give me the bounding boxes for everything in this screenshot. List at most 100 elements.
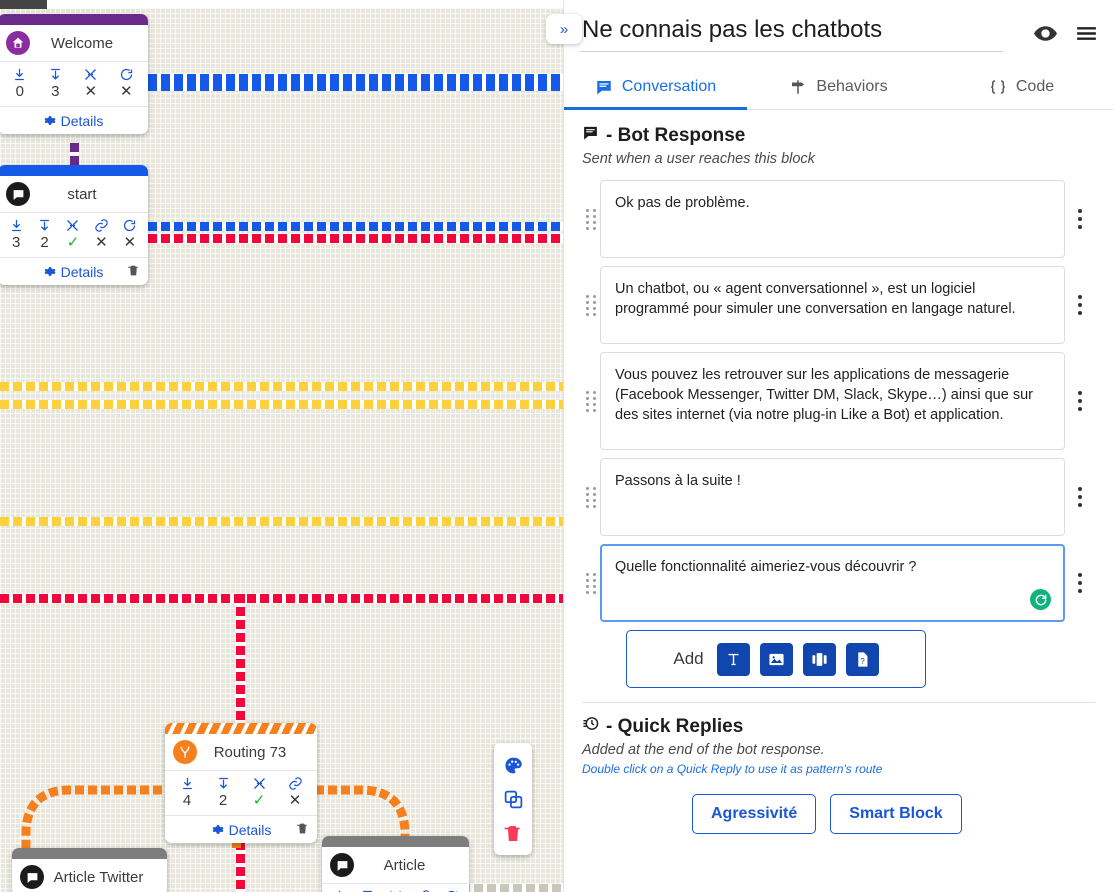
drag-handle-icon[interactable] <box>582 208 600 230</box>
chat-icon <box>20 865 44 889</box>
message-bubble[interactable]: Un chatbot, ou « agent conversationnel »… <box>600 266 1065 344</box>
message-menu-icon[interactable] <box>1065 295 1095 315</box>
chat-icon <box>6 182 30 206</box>
node-name: Article Twitter <box>53 868 144 886</box>
node-title-row: Routing 73 <box>165 734 317 771</box>
stat-patterns: ✓ <box>59 216 87 253</box>
inbound-icon <box>2 65 38 82</box>
patterns-icon <box>59 216 87 233</box>
trash-icon[interactable] <box>127 263 140 281</box>
stat-patterns: ✕ <box>73 65 109 102</box>
signpost-icon <box>789 78 807 96</box>
message-menu-icon[interactable] <box>1065 573 1095 593</box>
message-row: Ok pas de problème. <box>582 180 1095 258</box>
outbound-icon <box>354 887 382 892</box>
node-name: Routing 73 <box>213 743 287 761</box>
connector-yellow-1 <box>0 382 563 391</box>
stat-loop: ✕ <box>116 216 144 253</box>
home-icon <box>6 31 30 55</box>
stat-link <box>409 887 437 892</box>
bot-response-messages: Ok pas de problème. Un chatbot, ou « age… <box>582 180 1095 622</box>
canvas-toolbar[interactable] <box>494 743 532 855</box>
add-carousel-button[interactable] <box>802 642 836 676</box>
message-bubble[interactable]: Ok pas de problème. <box>600 180 1065 258</box>
duplicate-icon[interactable] <box>502 788 524 810</box>
node-article[interactable]: Article <box>322 836 469 892</box>
stat-value: ✕ <box>123 234 137 251</box>
connector-blue-3 <box>148 222 563 231</box>
stat-inbound: 0 <box>2 65 38 102</box>
node-details-button[interactable]: Details <box>165 816 317 843</box>
message-menu-icon[interactable] <box>1065 487 1095 507</box>
connector-red-2 <box>0 594 563 603</box>
details-label: Details <box>228 821 272 838</box>
eye-icon[interactable] <box>1033 21 1058 46</box>
flow-canvas[interactable]: Welcome 0 3 ✕ ✕ Details start 3 2 ✓ ✕ ✕ … <box>0 8 563 892</box>
link-icon <box>277 774 313 791</box>
hamburger-icon[interactable] <box>1074 21 1099 46</box>
gear-icon <box>43 265 56 278</box>
stat-value: ✕ <box>84 83 98 100</box>
message-menu-icon[interactable] <box>1065 209 1095 229</box>
trash-icon[interactable] <box>296 821 309 839</box>
gear-icon <box>43 114 56 127</box>
bot-response-subtitle: Sent when a user reaches this block <box>582 151 815 167</box>
node-accent-bar <box>322 836 469 847</box>
stat-value: ✕ <box>288 792 302 809</box>
stat-loop: ✕ <box>109 65 145 102</box>
message-bubble[interactable]: Passons à la suite ! <box>600 458 1065 536</box>
tab-code[interactable]: Code <box>930 66 1113 110</box>
node-welcome[interactable]: Welcome 0 3 ✕ ✕ Details <box>0 14 148 134</box>
add-image-button[interactable] <box>759 642 793 676</box>
add-file-button[interactable]: ? <box>845 642 879 676</box>
block-title-input[interactable] <box>580 14 1003 52</box>
quick-reply-chip[interactable]: Smart Block <box>830 794 962 834</box>
outbound-icon <box>205 774 241 791</box>
panel-tabs[interactable]: Conversation Behaviors Code <box>564 66 1113 110</box>
message-row: Passons à la suite ! <box>582 458 1095 536</box>
stat-value: ✓ <box>66 234 80 251</box>
link-icon <box>409 887 437 892</box>
message-text: Quelle fonctionnalité aimeriez-vous déco… <box>615 559 917 575</box>
message-bubble-selected[interactable]: Quelle fonctionnalité aimeriez-vous déco… <box>600 544 1065 622</box>
drag-handle-icon[interactable] <box>582 486 600 508</box>
node-details-button[interactable]: Details <box>0 107 148 134</box>
tab-label: Code <box>1015 77 1055 95</box>
message-bubble[interactable]: Vous pouvez les retrouver sur les applic… <box>600 352 1065 450</box>
palette-icon[interactable] <box>502 754 524 776</box>
drag-handle-icon[interactable] <box>582 572 600 594</box>
node-details-button[interactable]: Details <box>0 258 148 285</box>
node-stats: 0 3 ✕ ✕ <box>0 62 148 107</box>
add-label: Add <box>673 649 704 668</box>
tab-conversation[interactable]: Conversation <box>564 66 747 110</box>
collapse-panel-button[interactable]: » <box>546 14 582 44</box>
link-icon <box>87 216 115 233</box>
stat-value: 4 <box>182 792 192 809</box>
node-start[interactable]: start 3 2 ✓ ✕ ✕ Details <box>0 165 148 285</box>
stat-outbound <box>354 887 382 892</box>
node-accent-bar <box>165 723 317 734</box>
tab-behaviors[interactable]: Behaviors <box>747 66 930 110</box>
drag-handle-icon[interactable] <box>582 390 600 412</box>
inbound-icon <box>2 216 30 233</box>
stat-outbound: 3 <box>38 65 74 102</box>
node-routing-73[interactable]: Routing 73 4 2 ✓ ✕ Details <box>165 723 317 843</box>
stat-inbound: 4 <box>169 774 205 811</box>
drag-handle-icon[interactable] <box>582 294 600 316</box>
stat-patterns: ✓ <box>241 774 277 811</box>
trash-icon[interactable] <box>502 822 524 844</box>
gear-icon <box>211 823 224 836</box>
connector-blue-2 <box>148 82 563 91</box>
node-article-twitter[interactable]: Article Twitter <box>12 848 167 892</box>
inbound-icon <box>169 774 205 791</box>
stat-loop <box>437 887 465 892</box>
details-label: Details <box>60 263 104 280</box>
chat-icon <box>330 853 354 877</box>
chevron-right-double-icon: » <box>559 20 569 38</box>
add-text-button[interactable] <box>716 642 750 676</box>
message-menu-icon[interactable] <box>1065 391 1095 411</box>
quick-reply-chip[interactable]: Agressivité <box>692 794 817 834</box>
quick-replies-list: Agressivité Smart Block <box>582 794 1095 834</box>
refresh-icon[interactable] <box>1030 589 1051 610</box>
stat-value: 2 <box>40 234 49 251</box>
